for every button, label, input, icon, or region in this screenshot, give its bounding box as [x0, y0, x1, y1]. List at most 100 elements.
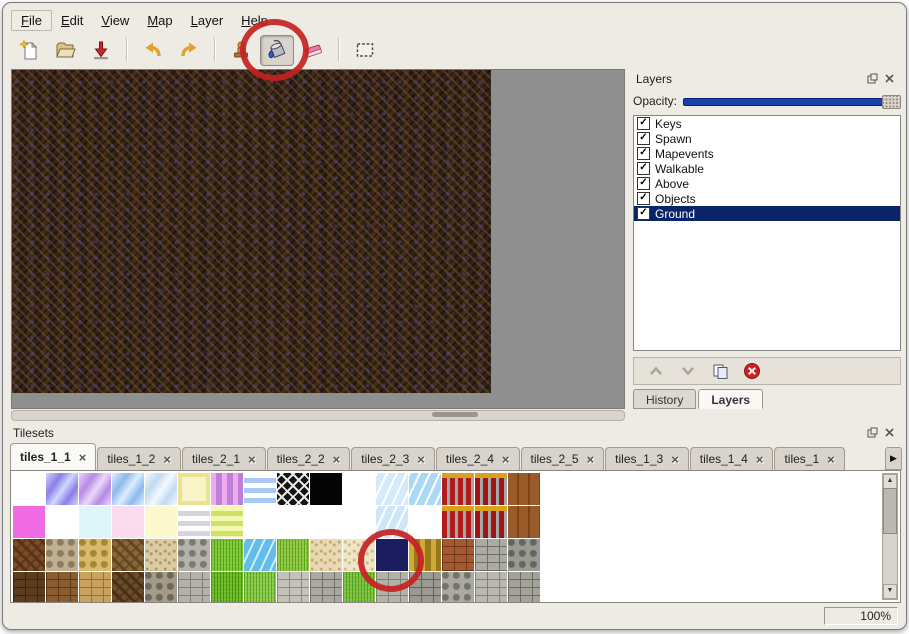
tileset-tile-3-12[interactable]	[409, 572, 441, 603]
menu-item-view[interactable]: View	[92, 11, 138, 30]
tileset-tile-1-8[interactable]	[277, 506, 309, 538]
tileset-tile-0-1[interactable]	[46, 473, 78, 505]
stamp-tool-button[interactable]	[224, 35, 258, 66]
tileset-tile-3-10[interactable]	[343, 572, 375, 603]
menu-item-layer[interactable]: Layer	[182, 11, 233, 30]
lower-layer-button[interactable]	[678, 361, 698, 381]
close-tab-icon[interactable]: ×	[502, 453, 510, 466]
tileset-tile-2-6[interactable]	[211, 539, 243, 571]
tileset-tile-0-5[interactable]	[178, 473, 210, 505]
tileset-tab-tiles_2_4[interactable]: tiles_2_4×	[436, 447, 520, 470]
tileset-tile-2-2[interactable]	[79, 539, 111, 571]
float-panel-icon[interactable]	[866, 72, 879, 85]
tileset-tile-2-8[interactable]	[277, 539, 309, 571]
tileset-tile-2-15[interactable]	[508, 539, 540, 571]
tileset-tile-0-10[interactable]	[343, 473, 375, 505]
opacity-slider-handle[interactable]	[882, 95, 901, 109]
layer-visibility-checkbox[interactable]: ✓	[637, 162, 650, 175]
tileset-tile-2-1[interactable]	[46, 539, 78, 571]
tileset-tile-0-14[interactable]	[475, 473, 507, 505]
tileset-tile-1-5[interactable]	[178, 506, 210, 538]
tileset-tile-2-0[interactable]	[13, 539, 45, 571]
tileset-tile-0-8[interactable]	[277, 473, 309, 505]
close-tab-icon[interactable]: ×	[79, 451, 87, 464]
tileset-tile-3-7[interactable]	[244, 572, 276, 603]
eraser-tool-button[interactable]	[296, 35, 330, 66]
tileset-tile-3-4[interactable]	[145, 572, 177, 603]
fill-bucket-tool-button[interactable]	[260, 35, 294, 66]
redo-button[interactable]	[172, 35, 206, 66]
tileset-tile-0-7[interactable]	[244, 473, 276, 505]
tab-history[interactable]: History	[633, 389, 696, 409]
save-file-button[interactable]	[84, 35, 118, 66]
tileset-tile-3-1[interactable]	[46, 572, 78, 603]
tileset-tab-tiles_2_5[interactable]: tiles_2_5×	[521, 447, 605, 470]
tileset-tile-1-1[interactable]	[46, 506, 78, 538]
tileset-tab-tiles_1_1[interactable]: tiles_1_1×	[10, 443, 96, 470]
tileset-tab-tiles_1_3[interactable]: tiles_1_3×	[605, 447, 689, 470]
layer-visibility-checkbox[interactable]: ✓	[637, 177, 650, 190]
undo-button[interactable]	[136, 35, 170, 66]
tileset-tile-0-11[interactable]	[376, 473, 408, 505]
tileset-tile-1-2[interactable]	[79, 506, 111, 538]
layer-row-spawn[interactable]: ✓Spawn	[634, 131, 900, 146]
tileset-tile-0-3[interactable]	[112, 473, 144, 505]
tileset-tile-3-13[interactable]	[442, 572, 474, 603]
tileset-tile-0-4[interactable]	[145, 473, 177, 505]
raise-layer-button[interactable]	[646, 361, 666, 381]
tileset-tile-3-15[interactable]	[508, 572, 540, 603]
tileset-tile-1-3[interactable]	[112, 506, 144, 538]
close-panel-icon[interactable]	[883, 426, 896, 439]
layer-visibility-checkbox[interactable]: ✓	[637, 147, 650, 160]
open-file-button[interactable]	[48, 35, 82, 66]
tileset-tile-0-2[interactable]	[79, 473, 111, 505]
tileset-tile-2-12[interactable]	[409, 539, 441, 571]
tileset-tile-1-4[interactable]	[145, 506, 177, 538]
tileset-tile-3-2[interactable]	[79, 572, 111, 603]
tileset-tile-3-5[interactable]	[178, 572, 210, 603]
tileset-tile-2-11[interactable]	[376, 539, 408, 571]
tileset-tile-0-12[interactable]	[409, 473, 441, 505]
new-file-button[interactable]	[12, 35, 46, 66]
tileset-tile-2-5[interactable]	[178, 539, 210, 571]
tileset-tab-tiles_1[interactable]: tiles_1×	[774, 447, 844, 470]
tileset-tile-1-15[interactable]	[508, 506, 540, 538]
tileset-tab-tiles_2_1[interactable]: tiles_2_1×	[182, 447, 266, 470]
close-tab-icon[interactable]: ×	[756, 453, 764, 466]
tileset-tile-3-9[interactable]	[310, 572, 342, 603]
layer-visibility-checkbox[interactable]: ✓	[637, 207, 650, 220]
tileset-tile-0-6[interactable]	[211, 473, 243, 505]
menu-item-map[interactable]: Map	[138, 11, 181, 30]
layer-visibility-checkbox[interactable]: ✓	[637, 117, 650, 130]
scroll-up-button[interactable]: ▲	[883, 474, 897, 489]
rectangle-select-tool-button[interactable]	[348, 35, 382, 66]
float-panel-icon[interactable]	[866, 426, 879, 439]
close-tab-icon[interactable]: ×	[827, 453, 835, 466]
menu-item-file[interactable]: File	[11, 10, 52, 31]
layer-visibility-checkbox[interactable]: ✓	[637, 192, 650, 205]
scroll-down-button[interactable]: ▼	[883, 584, 897, 599]
menu-item-help[interactable]: Help	[232, 11, 277, 30]
close-tab-icon[interactable]: ×	[671, 453, 679, 466]
tileset-tile-0-0[interactable]	[13, 473, 45, 505]
layer-row-above[interactable]: ✓Above	[634, 176, 900, 191]
tileset-tile-3-3[interactable]	[112, 572, 144, 603]
scroll-tabs-right-button[interactable]: ▶	[885, 447, 902, 470]
close-tab-icon[interactable]: ×	[163, 453, 171, 466]
tileset-tile-3-11[interactable]	[376, 572, 408, 603]
tileset-tile-1-0[interactable]	[13, 506, 45, 538]
tileset-tab-tiles_1_4[interactable]: tiles_1_4×	[690, 447, 774, 470]
delete-layer-button[interactable]	[742, 361, 762, 381]
map-viewport[interactable]	[11, 69, 625, 409]
vertical-scrollbar-thumb[interactable]	[883, 488, 897, 534]
layer-row-walkable[interactable]: ✓Walkable	[634, 161, 900, 176]
layer-visibility-checkbox[interactable]: ✓	[637, 132, 650, 145]
tileset-vertical-scrollbar[interactable]: ▲ ▼	[882, 473, 898, 600]
tileset-tile-3-8[interactable]	[277, 572, 309, 603]
menu-item-edit[interactable]: Edit	[52, 11, 92, 30]
layer-row-keys[interactable]: ✓Keys	[634, 116, 900, 131]
tileset-tile-0-9[interactable]	[310, 473, 342, 505]
map-horizontal-scrollbar[interactable]	[11, 410, 625, 421]
tileset-tab-tiles_2_2[interactable]: tiles_2_2×	[267, 447, 351, 470]
layer-row-mapevents[interactable]: ✓Mapevents	[634, 146, 900, 161]
